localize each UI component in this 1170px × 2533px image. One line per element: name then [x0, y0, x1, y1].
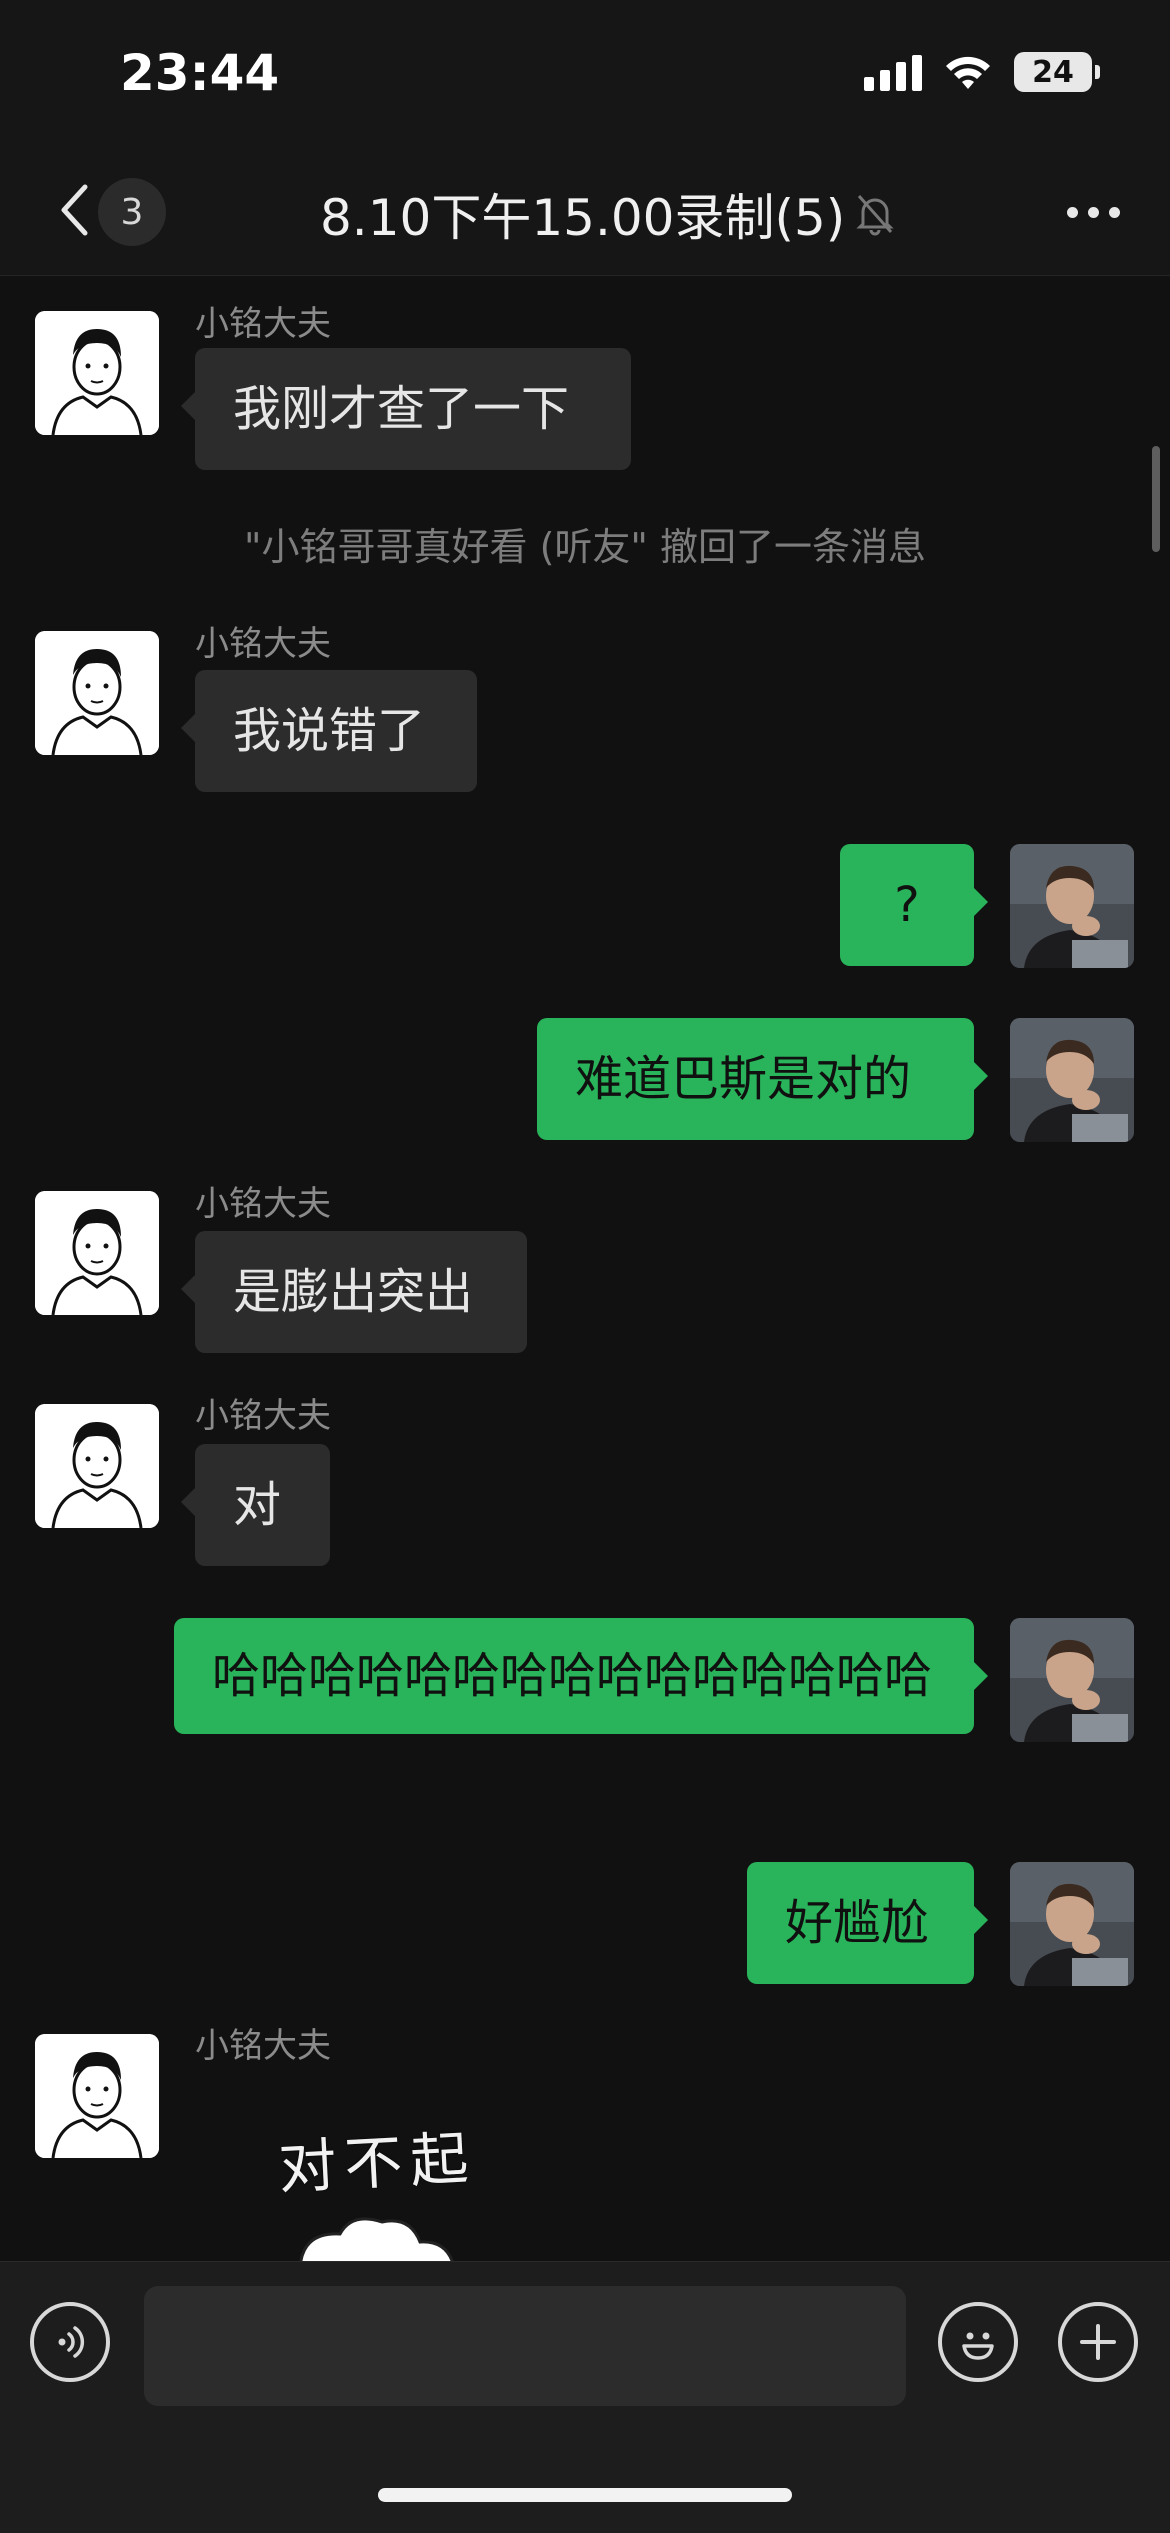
- unread-count-badge[interactable]: 3: [98, 178, 166, 246]
- back-button[interactable]: [44, 180, 104, 240]
- chat-title-text: 8.10下午15.00录制(5): [320, 189, 846, 247]
- message-list[interactable]: 小铭大夫 我刚才查了一下 "小铭哥哥真好看 (听友" 撤回了一条消息 小铭大夫 …: [0, 276, 1170, 2261]
- voice-button[interactable]: [30, 2302, 110, 2382]
- avatar[interactable]: [35, 1404, 159, 1528]
- message-bubble-incoming[interactable]: 对: [181, 1444, 330, 1566]
- message-bubble-outgoing[interactable]: 难道巴斯是对的: [537, 1018, 988, 1140]
- person-avatar-icon: [35, 1191, 159, 1315]
- battery-icon: 24: [1014, 52, 1100, 92]
- sender-name: 小铭大夫: [195, 1184, 331, 1224]
- avatar[interactable]: [35, 311, 159, 435]
- sticker-message[interactable]: 对不起: [270, 2116, 530, 2261]
- message-bubble-outgoing[interactable]: ?: [840, 844, 988, 966]
- wifi-icon: [944, 53, 992, 91]
- emoji-icon: [962, 2332, 994, 2360]
- signal-icon: [864, 53, 922, 91]
- sender-name: 小铭大夫: [195, 1396, 331, 1436]
- scrollbar[interactable]: [1152, 446, 1160, 552]
- message-bubble-incoming[interactable]: 是膨出突出: [181, 1231, 527, 1353]
- user-photo-icon: [1010, 1862, 1134, 1986]
- sender-name: 小铭大夫: [195, 624, 331, 664]
- avatar[interactable]: [35, 2034, 159, 2158]
- message-bubble-outgoing[interactable]: 哈哈哈哈哈哈哈哈哈哈哈哈哈哈哈: [174, 1618, 988, 1734]
- system-message: "小铭哥哥真好看 (听友" 撤回了一条消息: [244, 525, 926, 569]
- avatar-self[interactable]: [1010, 844, 1134, 968]
- voice-icon: [58, 2326, 85, 2358]
- message-bubble-incoming[interactable]: 我说错了: [181, 670, 477, 792]
- more-horizontal-icon: [1067, 206, 1078, 218]
- input-bar: [0, 2261, 1170, 2533]
- message-bubble-incoming[interactable]: 我刚才查了一下: [181, 348, 631, 470]
- person-avatar-icon: [35, 2034, 159, 2158]
- plus-button[interactable]: [1058, 2302, 1138, 2382]
- more-button[interactable]: [1067, 192, 1120, 232]
- home-indicator[interactable]: [378, 2488, 792, 2502]
- user-photo-icon: [1010, 1018, 1134, 1142]
- person-avatar-icon: [35, 311, 159, 435]
- sender-name: 小铭大夫: [195, 304, 331, 344]
- status-time: 23:44: [120, 44, 280, 102]
- cloud-icon: [299, 2217, 454, 2261]
- chat-title: 8.10下午15.00录制(5): [320, 178, 895, 250]
- chat-header: 3 8.10下午15.00录制(5): [0, 150, 1170, 276]
- bell-muted-icon: [855, 192, 895, 236]
- emoji-button[interactable]: [938, 2302, 1018, 2382]
- more-dot: [1109, 206, 1120, 218]
- message-bubble-outgoing[interactable]: 好尴尬: [747, 1862, 988, 1984]
- sticker-text: 对不起: [276, 2123, 478, 2203]
- status-bar: 23:44 24: [0, 0, 1170, 150]
- person-avatar-icon: [35, 631, 159, 755]
- message-input[interactable]: [144, 2286, 906, 2406]
- user-photo-icon: [1010, 1618, 1134, 1742]
- plus-icon: [1080, 2324, 1116, 2360]
- avatar-self[interactable]: [1010, 1018, 1134, 1142]
- sender-name: 小铭大夫: [195, 2026, 331, 2066]
- avatar[interactable]: [35, 631, 159, 755]
- avatar[interactable]: [35, 1191, 159, 1315]
- more-dot: [1088, 206, 1099, 218]
- chevron-left-icon: [61, 184, 88, 236]
- user-photo-icon: [1010, 844, 1134, 968]
- avatar-self[interactable]: [1010, 1618, 1134, 1742]
- status-icons: 24: [864, 52, 1100, 92]
- person-avatar-icon: [35, 1404, 159, 1528]
- avatar-self[interactable]: [1010, 1862, 1134, 1986]
